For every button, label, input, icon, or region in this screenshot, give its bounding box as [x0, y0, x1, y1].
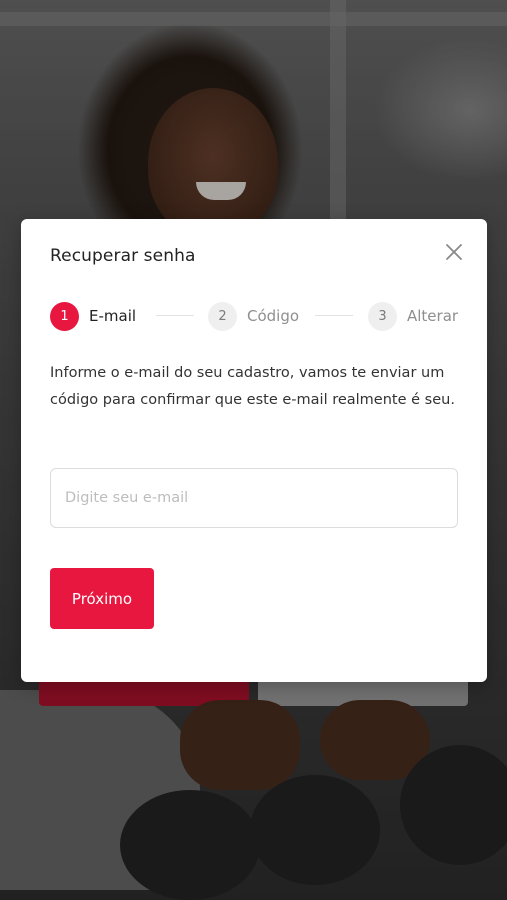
- step-connector: [156, 315, 194, 316]
- email-field[interactable]: [50, 468, 458, 528]
- stepper: 1 E-mail 2 Código 3 Alterar: [50, 301, 460, 331]
- step-number: 1: [50, 301, 79, 331]
- step-label: Alterar: [407, 307, 459, 325]
- close-button[interactable]: [443, 241, 465, 263]
- step-connector: [315, 315, 353, 316]
- modal-title: Recuperar senha: [50, 246, 196, 266]
- step-change: 3 Alterar: [368, 301, 458, 331]
- step-email: 1 E-mail: [50, 301, 136, 331]
- step-label: Código: [247, 307, 300, 325]
- close-icon: [446, 244, 462, 260]
- step-number: 3: [368, 301, 397, 331]
- recover-password-modal: Recuperar senha 1 E-mail 2 Código 3 Alte…: [21, 219, 487, 682]
- step-number: 2: [208, 301, 237, 331]
- next-button[interactable]: Próximo: [50, 568, 154, 629]
- instructions-text: Informe o e-mail do seu cadastro, vamos …: [50, 365, 455, 408]
- step-label: E-mail: [89, 307, 137, 325]
- step-code: 2 Código: [208, 301, 299, 331]
